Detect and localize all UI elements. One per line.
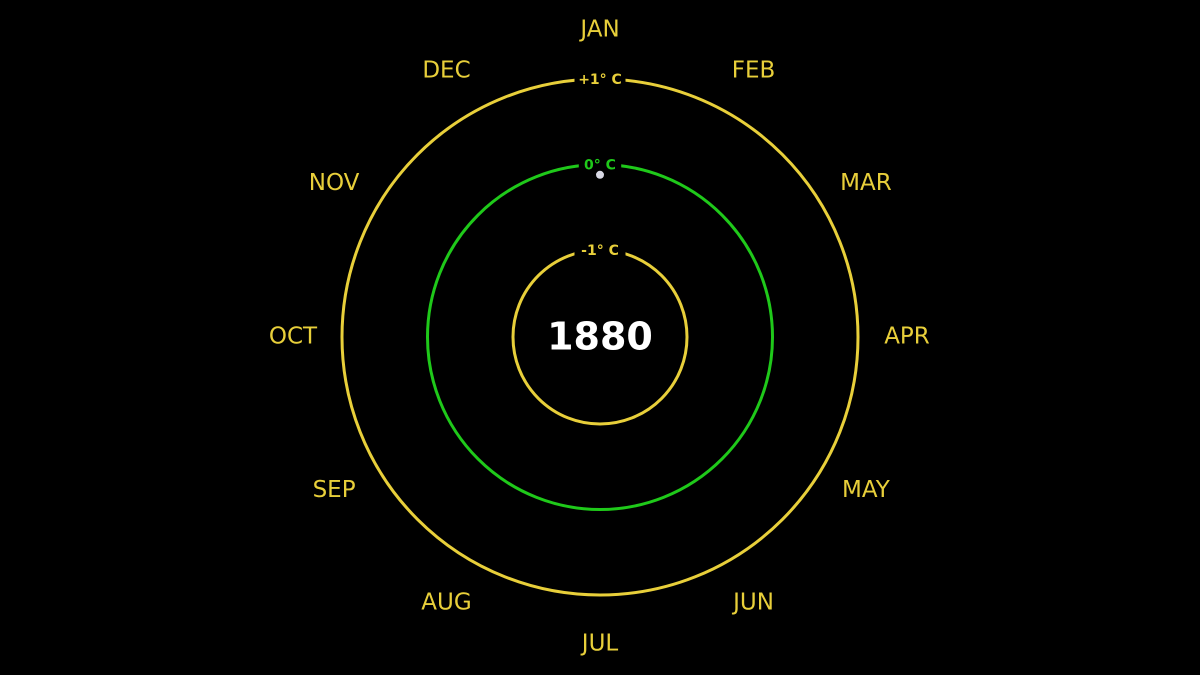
month-label-feb: FEB [732,58,776,84]
data-points [596,170,604,179]
ring-label: +1° C [578,72,622,88]
month-label-sep: SEP [313,477,356,503]
month-label-mar: MAR [840,170,892,196]
year-label: 1880 [547,315,653,359]
month-label-jun: JUN [731,589,774,615]
month-label-apr: APR [884,324,930,350]
month-label-jul: JUL [580,631,619,657]
month-label-dec: DEC [422,58,470,84]
month-label-oct: OCT [269,324,318,350]
chart-svg: -1° C0° C+1° C JAN FEB MAR APR MAY JUN JUL AUG S… [269,17,930,657]
month-label-jan: JAN [578,17,619,43]
data-point [596,170,604,179]
month-label-aug: AUG [421,589,471,615]
ring-label: -1° C [581,243,619,259]
temperature-ring-labels: -1° C0° C+1° C [574,69,626,260]
month-label-may: MAY [842,477,891,503]
climate-spiral-chart: -1° C 0° C +1° C JAN FEB MAR APR MAY JUN JUL AUG S… [0,0,1200,675]
month-label-nov: NOV [309,170,360,196]
